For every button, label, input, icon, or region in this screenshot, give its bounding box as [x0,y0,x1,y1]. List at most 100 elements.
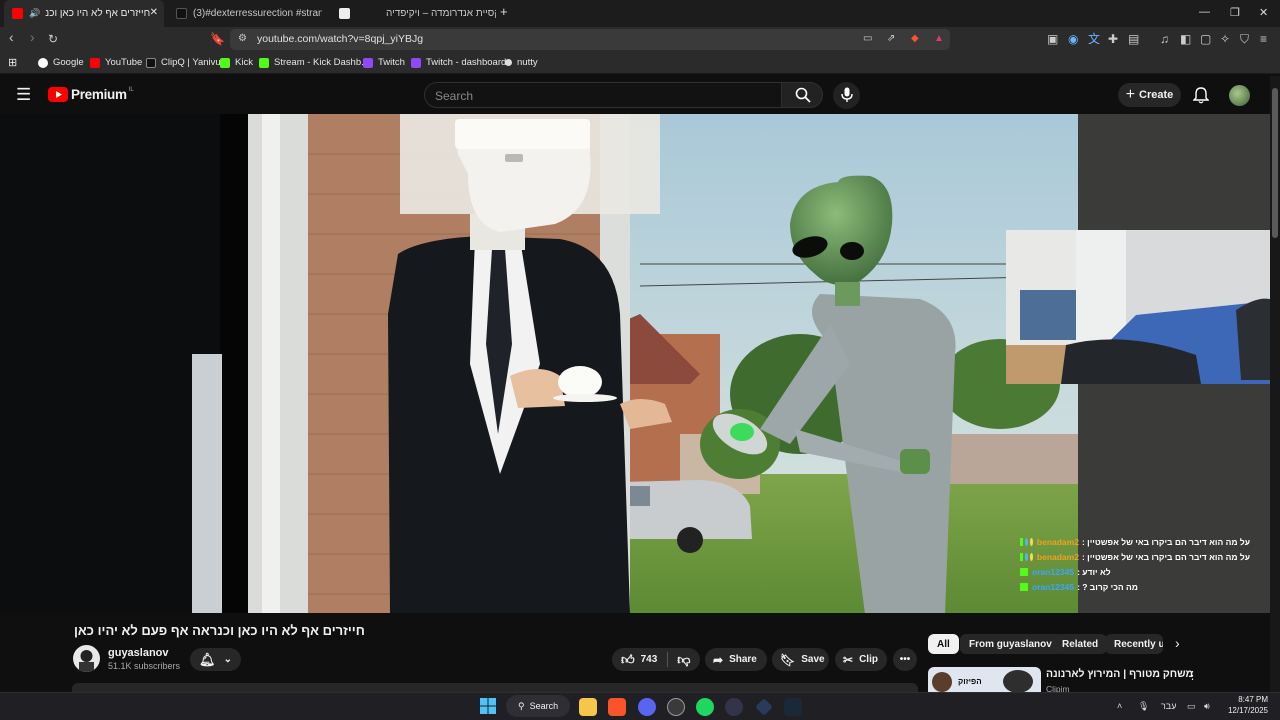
bookmark-label: YouTube [105,57,143,68]
ai-assistant-icon[interactable]: ✧ [1220,32,1230,46]
bookmark-twitch-dashboard[interactable]: Twitch - dashboard [411,57,506,68]
network-icon[interactable]: ▭ [1187,701,1196,712]
app-icon[interactable] [725,698,743,716]
bookmark-clipq[interactable]: ClipQ | Yanivu [146,57,221,68]
clip-button[interactable]: ✂ Clip [835,648,887,671]
bookmark-page-icon[interactable]: 🔖 [210,32,225,46]
channel-name[interactable]: guyaslanov [108,647,169,659]
spotify-icon[interactable] [696,698,714,716]
bell-icon: 🔔︎ [199,651,216,667]
more-vertical-icon[interactable]: ⋮ [1187,669,1198,682]
reload-icon[interactable]: ↻ [48,32,58,46]
forward-icon[interactable]: › [30,30,35,44]
chip-related[interactable]: Related [1053,634,1108,654]
dislike-button[interactable]: 👎︎ [677,652,690,668]
bookmark-youtube[interactable]: YouTube [90,57,142,68]
bookmark-kick-dashboard[interactable]: Stream - Kick Dashb... [259,57,369,68]
search-icon: ⚲ [518,700,525,711]
sidebar-icon[interactable]: ◧ [1180,32,1191,46]
back-icon[interactable]: ‹ [9,30,14,44]
brave-browser-icon[interactable] [608,698,626,716]
scroll-thumb[interactable] [1272,88,1278,238]
extension-icon[interactable]: ◉ [1068,32,1078,46]
brave-shields-icon[interactable]: ◆ [911,32,919,46]
video-player[interactable]: benadam2 על מה הוא דיבר הם ביקרו באי של א… [0,114,1270,613]
taskbar-search[interactable]: ⚲ Search [506,695,570,717]
stream-chat-overlay: benadam2 על מה הוא דיבר הם ביקרו באי של א… [1020,534,1250,594]
share-button[interactable]: ➦ Share [705,648,767,671]
more-actions-button[interactable]: ••• [893,648,917,671]
chat-text: לא יודע : [1077,566,1111,577]
kick-badge-icon [1020,537,1023,546]
kick-icon [220,57,230,68]
bookmark-label: Google [53,57,84,68]
recommendation-thumbnail[interactable]: הפיזוק [928,667,1041,693]
restore-icon[interactable]: ❐ [1230,6,1240,19]
chevron-down-icon: ⌄ [223,654,232,665]
clip-label: Clip [859,654,878,665]
windows-start-icon[interactable] [480,698,496,714]
kick-badge-icon [1020,552,1023,561]
like-dislike-group: 👍︎ 743 👎︎ [612,648,700,671]
vpn-icon[interactable]: ⛉ [1240,32,1249,46]
tab-tiktok[interactable]: (3)#dexterressurection #strangerthings [172,0,322,27]
menu-icon[interactable]: ≡ [1260,32,1267,46]
voice-search-button[interactable] [833,82,860,109]
close-tab-icon[interactable]: ✕ [150,7,158,18]
user-avatar[interactable] [1229,85,1250,106]
bookmark-kick[interactable]: Kick [220,57,253,68]
tab-wikipedia[interactable]: גלקסיית אנדרומדה – ויקיפדיה [336,0,496,27]
bookmark-google[interactable]: Google [38,57,84,68]
obs-icon[interactable] [667,698,685,716]
minimize-icon[interactable]: — [1199,6,1210,18]
page-scrollbar[interactable] [1270,76,1280,693]
like-button[interactable]: 👍︎ [621,652,635,668]
tab-youtube-video[interactable]: 🔊 חייזרים אף לא היו כאן וכנראה ✕ [4,0,164,27]
music-icon[interactable]: ♫ [1160,32,1169,46]
reader-icon[interactable]: ▣ [1047,32,1058,46]
recommendation-title[interactable]: משחק מטורף | המירוץ לארנונה [1046,668,1193,680]
share-page-icon[interactable]: ⇗ [887,32,895,46]
channel-avatar-image [79,650,94,672]
bookmark-twitch[interactable]: Twitch [363,57,405,68]
chip-recently-uploaded[interactable]: Recently up [1105,634,1163,654]
translate-icon[interactable]: 文 [1088,32,1100,46]
webcam-feed [1006,230,1270,384]
nutty-icon [505,59,512,66]
screenshot-icon[interactable]: ▤ [1128,32,1139,46]
search-input[interactable]: Search [424,82,782,108]
brave-rewards-icon[interactable]: ▲ [934,32,944,46]
bookmark-nutty[interactable]: nutty [505,57,538,68]
create-button[interactable]: + Create [1118,83,1181,107]
chip-all[interactable]: All [928,634,959,654]
close-window-icon[interactable]: ✕ [1259,6,1268,19]
youtube-premium-logo[interactable]: Premium IL [48,87,134,102]
channel-avatar[interactable] [73,645,100,672]
volume-icon[interactable]: 🔊︎ [1204,701,1210,712]
cast-icon[interactable]: ▭ [863,32,872,46]
clock[interactable]: 8:47 PM 12/17/2025 [1222,694,1268,716]
hamburger-menu-icon[interactable]: ☰ [16,85,31,105]
save-icon: 🔖︎ [780,652,796,667]
input-language[interactable]: עבר [1161,701,1176,711]
chevron-right-icon[interactable]: › [1175,635,1180,651]
file-explorer-icon[interactable] [579,698,597,716]
windows-taskbar: ⚲ Search ˄ 🎙︎ עבר ▭ 🔊︎ 8:47 PM 12/17/2025 [0,692,1280,720]
site-info-icon[interactable]: ⚙ [238,32,247,46]
chat-message: benadam2 על מה הוא דיבר הם ביקרו באי של א… [1020,549,1250,564]
app-icon[interactable] [755,698,773,716]
subscribe-notifications-button[interactable]: 🔔︎ ⌄ [190,648,241,671]
search-button[interactable] [781,82,823,108]
apps-grid-icon[interactable]: ⊞ [8,56,17,69]
extensions-icon[interactable]: ✚ [1108,32,1118,46]
address-bar[interactable]: ⚙ youtube.com/watch?v=8qpj_yiYBJg ▭ ⇗ ◆ … [230,29,950,50]
chip-from-channel[interactable]: From guyaslanov [960,634,1061,654]
save-button[interactable]: 🔖︎ Save [772,648,829,671]
steam-icon[interactable] [784,698,802,716]
notifications-bell-icon[interactable] [1193,87,1209,104]
wallet-icon[interactable]: ▢ [1200,32,1211,46]
microphone-icon[interactable]: 🎙︎ [1138,701,1149,712]
discord-icon[interactable] [638,698,656,716]
new-tab-icon[interactable]: + [500,4,508,19]
tray-overflow-icon[interactable]: ˄ [1117,701,1122,711]
